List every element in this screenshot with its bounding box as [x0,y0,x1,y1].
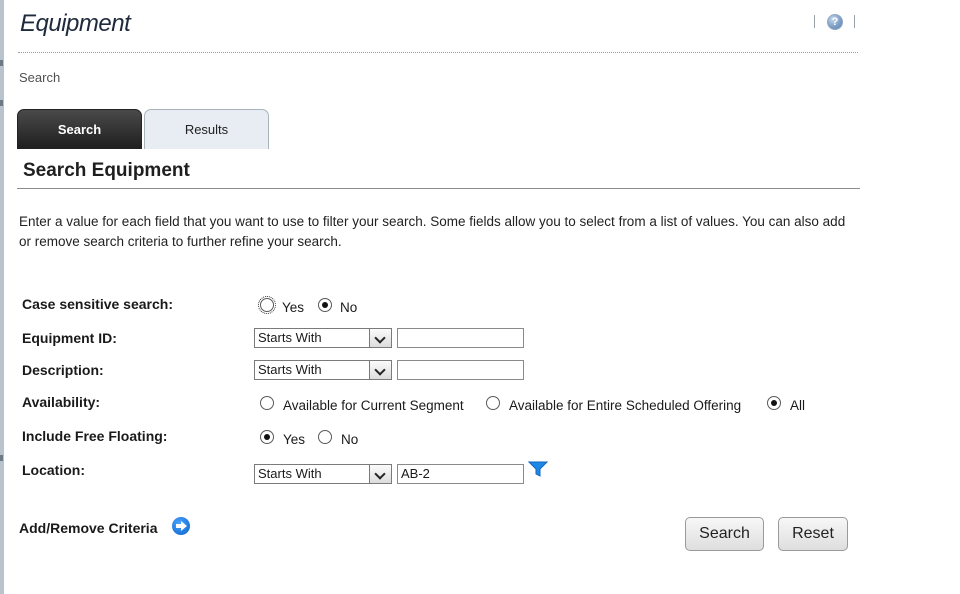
section-title: Search Equipment [23,160,190,181]
arrow-right-circle-icon[interactable] [172,517,190,535]
add-remove-criteria-link[interactable]: Add/Remove Criteria [19,520,157,536]
case-sensitive-yes-label: Yes [282,300,305,315]
description-operator-value: Starts With [258,362,322,377]
description-label: Description: [22,362,104,378]
case-sensitive-no-label: No [340,300,358,315]
description-operator-select[interactable]: Starts With [254,360,392,380]
tab-results[interactable]: Results [144,109,269,149]
edge-mark [0,100,3,106]
left-window-edge [0,0,4,594]
case-sensitive-yes-radio[interactable] [258,296,276,314]
availability-all-label: All [790,398,806,413]
edge-mark [0,60,3,66]
help-icon[interactable]: ? [827,14,843,30]
location-label: Location: [22,462,85,478]
equipment-id-operator-select[interactable]: Starts With [254,328,392,348]
availability-current-segment-radio[interactable] [260,396,274,410]
equipment-id-operator-value: Starts With [258,330,322,345]
page-title: Equipment [20,10,131,37]
availability-entire-offering-label: Available for Entire Scheduled Offering [509,398,742,413]
case-sensitive-no-radio[interactable] [318,298,332,312]
availability-current-segment-label: Available for Current Segment [283,398,464,413]
free-floating-label: Include Free Floating: [22,428,168,444]
chevron-down-icon[interactable] [369,329,391,347]
edge-mark [0,455,3,461]
reset-button[interactable]: Reset [778,517,848,551]
tab-search[interactable]: Search [17,109,142,149]
chevron-down-icon[interactable] [369,361,391,379]
description-input[interactable] [397,360,524,380]
location-input[interactable]: AB-2 [397,464,524,484]
location-operator-select[interactable]: Starts With [254,464,392,484]
filter-icon[interactable] [528,461,548,477]
chevron-down-icon[interactable] [369,465,391,483]
equipment-id-label: Equipment ID: [22,330,117,346]
availability-label: Availability: [22,394,101,410]
availability-all-radio[interactable] [767,396,781,410]
location-operator-value: Starts With [258,466,322,481]
separator [814,15,815,28]
free-floating-no-radio[interactable] [318,430,332,444]
breadcrumb: Search [19,70,61,85]
free-floating-yes-radio[interactable] [260,430,274,444]
search-button[interactable]: Search [685,517,764,551]
free-floating-yes-label: Yes [283,432,306,447]
equipment-id-input[interactable] [397,328,524,348]
intro-text: Enter a value for each field that you wa… [19,214,846,249]
separator [854,15,855,28]
header-actions: ? [814,13,858,33]
section-divider [17,188,860,189]
availability-entire-offering-radio[interactable] [486,396,500,410]
case-sensitive-label: Case sensitive search: [22,296,173,312]
header-divider [18,52,858,53]
free-floating-no-label: No [341,432,359,447]
